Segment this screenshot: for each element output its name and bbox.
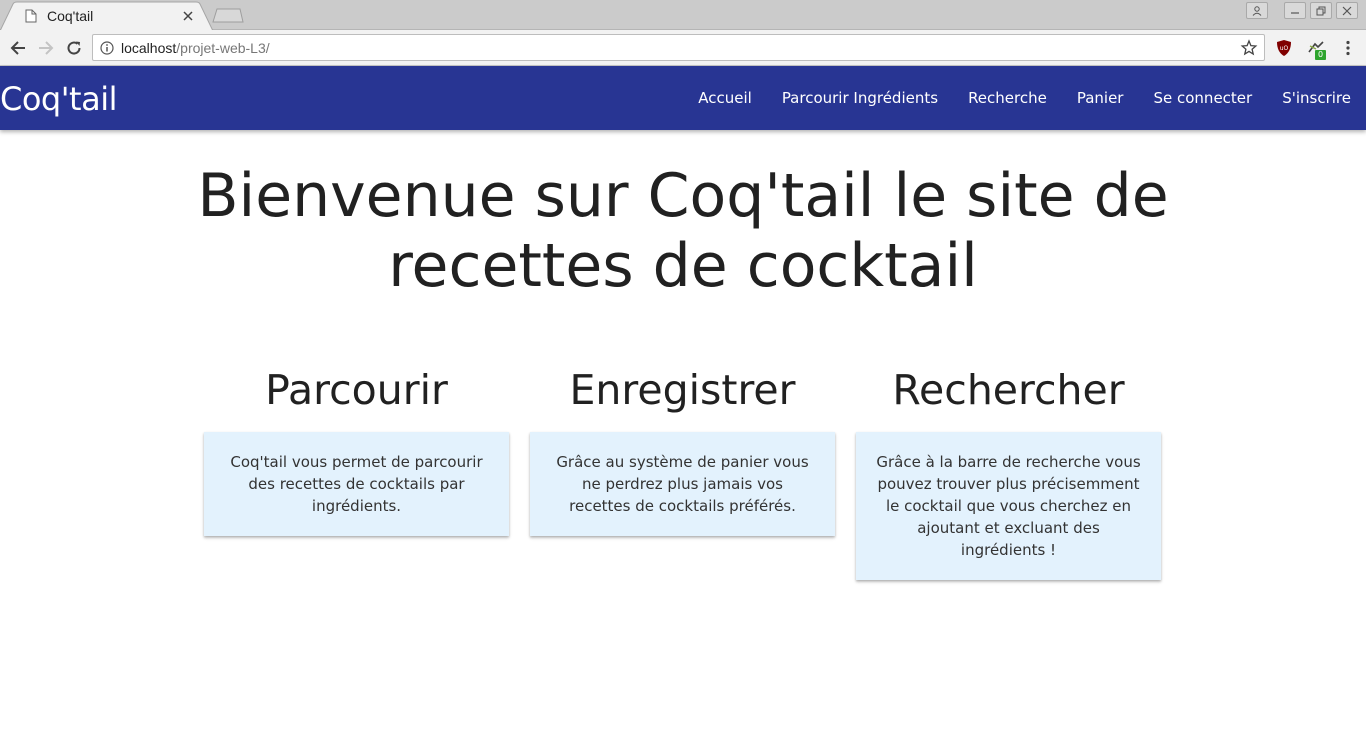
arrow-right-icon[interactable]	[34, 36, 58, 60]
nav-link-signup[interactable]: S'inscrire	[1267, 89, 1366, 107]
browser-toolbar: localhost/projet-web-L3/ uO 0	[0, 30, 1366, 66]
main-content: Bienvenue sur Coq'tail le site de recett…	[0, 130, 1366, 741]
nav-link-cart[interactable]: Panier	[1062, 89, 1139, 107]
nav-link-home[interactable]: Accueil	[683, 89, 767, 107]
reload-icon[interactable]	[62, 36, 86, 60]
brand-logo-link[interactable]: Coq'tail	[0, 80, 117, 118]
kebab-menu-icon[interactable]	[1338, 38, 1358, 58]
url-host: localhost	[121, 39, 177, 56]
ublock-shield-icon[interactable]: uO	[1274, 38, 1294, 58]
url-text[interactable]: localhost/projet-web-L3/	[121, 40, 270, 56]
arrow-left-icon[interactable]	[6, 36, 30, 60]
browser-tab[interactable]: Coq'tail	[12, 2, 202, 30]
info-icon[interactable]	[100, 40, 114, 55]
feature-card: Grâce au système de panier vous ne perdr…	[530, 432, 835, 536]
new-tab-button[interactable]	[212, 8, 244, 23]
feature-save: Enregistrer Grâce au système de panier v…	[530, 362, 835, 536]
svg-text:uO: uO	[1280, 45, 1289, 52]
page-icon	[25, 9, 37, 23]
feature-browse: Parcourir Coq'tail vous permet de parcou…	[204, 362, 509, 536]
extension-badge: 0	[1315, 50, 1326, 60]
close-window-icon[interactable]	[1336, 2, 1358, 19]
feature-search: Rechercher Grâce à la barre de recherche…	[856, 362, 1161, 580]
feature-title: Enregistrer	[569, 366, 796, 414]
url-path: /projet-web-L3/	[176, 39, 270, 56]
profile-icon[interactable]	[1246, 2, 1268, 19]
restore-icon[interactable]	[1310, 2, 1332, 19]
feature-title: Parcourir	[265, 366, 448, 414]
extension-icon[interactable]: 0	[1306, 38, 1326, 60]
feature-title: Rechercher	[892, 366, 1125, 414]
site-navbar: Coq'tail Accueil Parcourir Ingrédients R…	[0, 66, 1366, 130]
feature-card: Coq'tail vous permet de parcourir des re…	[204, 432, 509, 536]
hero-title: Bienvenue sur Coq'tail le site de recett…	[197, 161, 1169, 301]
nav-link-login[interactable]: Se connecter	[1138, 89, 1267, 107]
feature-card: Grâce à la barre de recherche vous pouve…	[856, 432, 1161, 580]
nav-link-browse-ingredients[interactable]: Parcourir Ingrédients	[767, 89, 953, 107]
window-controls	[1246, 2, 1358, 19]
nav-links: Accueil Parcourir Ingrédients Recherche …	[683, 66, 1366, 130]
close-tab-icon[interactable]	[180, 8, 196, 24]
minimize-icon[interactable]	[1284, 2, 1306, 19]
tab-title: Coq'tail	[47, 8, 94, 24]
nav-link-search[interactable]: Recherche	[953, 89, 1062, 107]
browser-tab-strip: Coq'tail	[0, 0, 1366, 31]
address-bar[interactable]: localhost/projet-web-L3/	[92, 34, 1265, 61]
star-icon[interactable]	[1240, 39, 1258, 57]
